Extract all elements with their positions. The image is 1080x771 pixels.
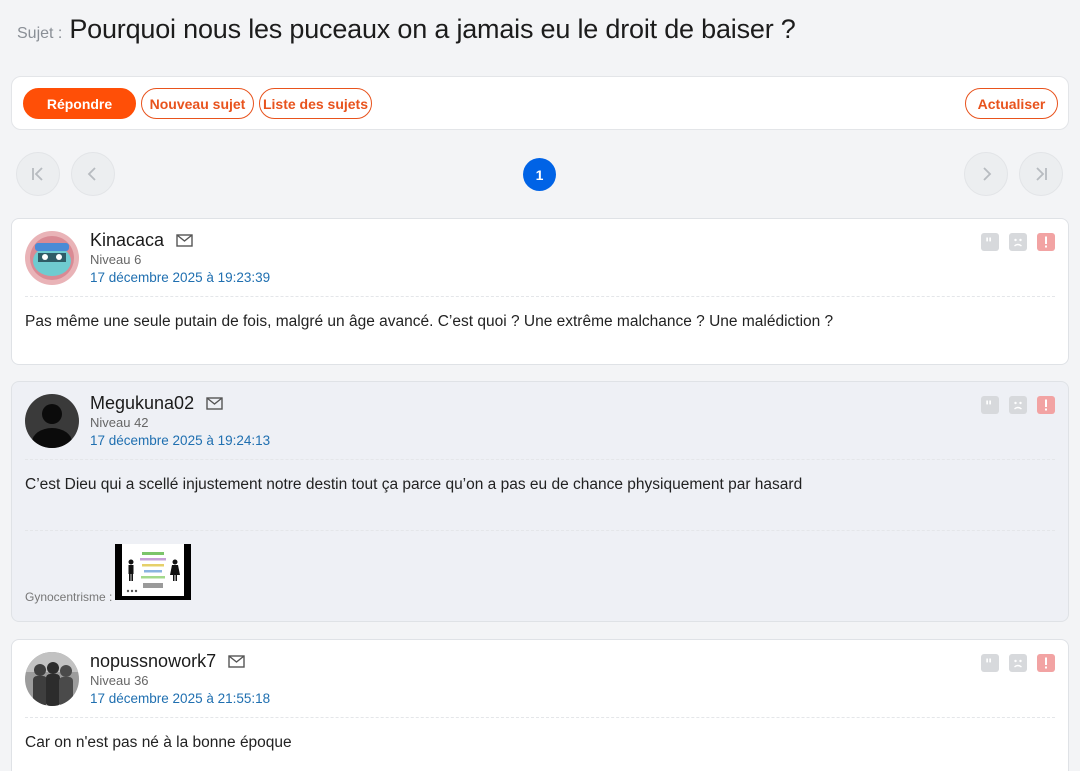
post-author[interactable]: Kinacaca: [90, 230, 193, 251]
divider: [25, 296, 1055, 297]
frown-icon[interactable]: [1009, 654, 1027, 672]
post-message: Car on n'est pas né à la bonne époque: [25, 734, 292, 751]
author-name[interactable]: nopussnowork7: [90, 651, 216, 672]
next-page-button[interactable]: [964, 152, 1008, 196]
frown-icon[interactable]: [1009, 396, 1027, 414]
chevron-right-icon: [983, 167, 992, 181]
frown-icon[interactable]: [1009, 233, 1027, 251]
mail-icon[interactable]: [176, 234, 193, 247]
mail-icon[interactable]: [206, 397, 223, 410]
svg-text:": ": [985, 399, 992, 414]
page-title: Pourquoi nous les puceaux on a jamais eu…: [69, 14, 796, 44]
avatar-image: [25, 652, 79, 706]
mail-icon[interactable]: [228, 655, 245, 668]
topic-toolbar: Répondre Nouveau sujet Liste des sujets …: [11, 76, 1069, 130]
post-message: Pas même une seule putain de fois, malgr…: [25, 313, 834, 330]
report-icon[interactable]: [1037, 233, 1055, 251]
refresh-button[interactable]: Actualiser: [965, 88, 1058, 119]
topic-prefix: Sujet :: [17, 25, 63, 42]
author-level: Niveau 42: [90, 415, 149, 430]
forum-post: Kinacaca Niveau 6 17 décembre 2025 à 19:…: [11, 218, 1069, 365]
svg-text:": ": [985, 236, 992, 251]
last-page-button[interactable]: [1019, 152, 1063, 196]
author-name[interactable]: Kinacaca: [90, 230, 164, 251]
divider: [25, 717, 1055, 718]
post-actions: ": [981, 396, 1055, 414]
forum-post: nopussnowork7 Niveau 36 17 décembre 2025…: [11, 639, 1069, 771]
author-name[interactable]: Megukuna02: [90, 393, 194, 414]
pagination: 1: [0, 152, 1080, 198]
post-author[interactable]: Megukuna02: [90, 393, 223, 414]
author-level: Niveau 6: [90, 252, 142, 267]
post-date[interactable]: 17 décembre 2025 à 19:23:39: [90, 270, 270, 285]
topic-header: Sujet : Pourquoi nous les puceaux on a j…: [17, 14, 796, 50]
chevron-left-icon: [87, 167, 96, 181]
gender-figures-image: [115, 544, 191, 600]
post-message: C’est Dieu qui a scellé injustement notr…: [25, 476, 803, 493]
post-author[interactable]: nopussnowork7: [90, 651, 245, 672]
avatar[interactable]: [25, 394, 79, 448]
post-actions: ": [981, 233, 1055, 251]
quote-icon[interactable]: ": [981, 654, 999, 672]
current-page[interactable]: 1: [523, 158, 556, 191]
report-icon[interactable]: [1037, 654, 1055, 672]
post-actions: ": [981, 654, 1055, 672]
post-date[interactable]: 17 décembre 2025 à 21:55:18: [90, 691, 270, 706]
new-topic-button[interactable]: Nouveau sujet: [141, 88, 254, 119]
last-page-icon: [1036, 167, 1047, 181]
post-date[interactable]: 17 décembre 2025 à 19:24:13: [90, 433, 270, 448]
signature-label: Gynocentrisme :: [25, 590, 113, 604]
forum-post: Megukuna02 Niveau 42 17 décembre 2025 à …: [11, 381, 1069, 622]
avatar[interactable]: [25, 652, 79, 706]
reply-button[interactable]: Répondre: [23, 88, 136, 119]
signature-image[interactable]: [115, 544, 191, 600]
divider: [25, 459, 1055, 460]
svg-text:": ": [985, 657, 992, 672]
quote-icon[interactable]: ": [981, 233, 999, 251]
author-level: Niveau 36: [90, 673, 149, 688]
avatar[interactable]: [25, 231, 79, 285]
signature-divider: [25, 530, 1055, 531]
avatar-image: [25, 394, 79, 448]
report-icon[interactable]: [1037, 396, 1055, 414]
previous-page-button[interactable]: [71, 152, 115, 196]
first-page-button[interactable]: [16, 152, 60, 196]
avatar-image: [25, 231, 79, 285]
first-page-icon: [32, 167, 43, 181]
quote-icon[interactable]: ": [981, 396, 999, 414]
topic-list-button[interactable]: Liste des sujets: [259, 88, 372, 119]
